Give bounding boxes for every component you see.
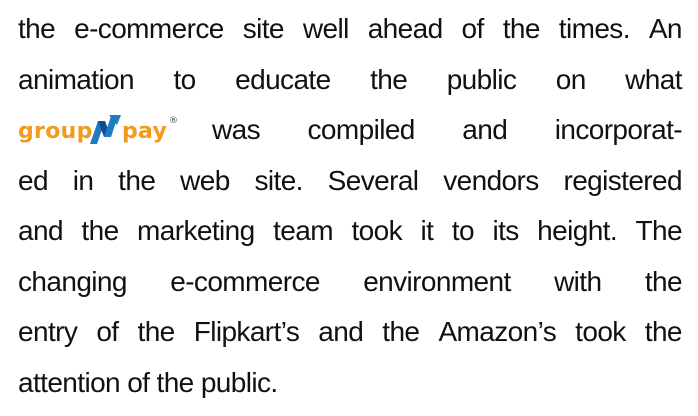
text-line-1: the e-commerce site well ahead of the times. An xyxy=(18,4,683,55)
word: the xyxy=(644,265,683,297)
word: The xyxy=(635,215,683,246)
word: to xyxy=(173,63,197,95)
word: times. xyxy=(558,13,631,44)
word: compiled xyxy=(307,114,416,145)
word: marketing xyxy=(137,215,255,246)
word: the xyxy=(118,164,156,196)
groupnpay-logo-graphic: group pay ® xyxy=(18,115,178,145)
word: the xyxy=(644,316,683,347)
word: registered xyxy=(563,164,682,196)
word: its xyxy=(492,215,519,246)
word: the xyxy=(81,215,119,246)
word: the xyxy=(502,13,541,44)
word: ahead xyxy=(367,13,443,44)
word: and xyxy=(318,316,364,347)
word: of xyxy=(461,13,485,44)
word: vendors xyxy=(443,164,539,196)
word: Amazon’s xyxy=(438,316,557,347)
word: what xyxy=(625,63,682,95)
word: well xyxy=(302,13,349,44)
word: the xyxy=(18,13,56,44)
word: ed xyxy=(18,164,49,196)
word: An xyxy=(648,13,683,44)
word: changing xyxy=(18,265,127,297)
word: to xyxy=(451,215,475,246)
word: and xyxy=(18,215,64,246)
word: with xyxy=(554,265,602,297)
word: took xyxy=(575,316,626,347)
text-line-3: group pay ® was compiled and incorporat- xyxy=(18,105,683,156)
word: e-commerce xyxy=(170,265,320,297)
word: e-commerce xyxy=(74,13,224,44)
word: public xyxy=(446,63,517,95)
word: the xyxy=(382,316,420,347)
text-line-2: animation to educate the public on what xyxy=(18,55,683,106)
word: of xyxy=(96,316,119,347)
word: height. xyxy=(537,215,618,246)
word: entry xyxy=(18,316,78,347)
logo-text-pay: pay xyxy=(122,119,167,144)
word: site xyxy=(242,13,285,44)
text-line-7: entry of the Flipkart’s and the Amazon’s took th… xyxy=(18,307,682,358)
word: the xyxy=(137,316,176,347)
word: Flipkart’s xyxy=(193,316,300,347)
word: animation xyxy=(18,63,135,95)
word: educate xyxy=(235,63,331,95)
word: it xyxy=(420,215,434,246)
text-line-3-words: was compiled and incorporat- xyxy=(212,105,683,156)
word: in xyxy=(72,164,94,196)
text-line-4: ed in the web site. Several vendors registered xyxy=(18,156,683,207)
logo-registered-mark: ® xyxy=(169,116,177,126)
text-line-8: attention of the public. xyxy=(18,366,278,398)
word: took xyxy=(351,215,402,246)
word: web xyxy=(180,164,230,196)
word: Several xyxy=(327,164,419,196)
word: environment xyxy=(363,265,511,297)
text-line-6: changing e-commerce environment with the xyxy=(18,257,683,308)
text-line-5: and the marketing team took it to its height. The xyxy=(18,206,683,257)
word: incorporat- xyxy=(554,114,683,145)
word: the xyxy=(370,63,408,95)
document-page: the e-commerce site well ahead of the times. An … xyxy=(18,4,683,408)
groupnpay-logo: group pay ® xyxy=(18,113,200,147)
logo-text-group: group xyxy=(18,119,93,144)
word: team xyxy=(273,215,333,246)
word: was xyxy=(212,114,261,145)
word: site. xyxy=(254,164,304,196)
word: and xyxy=(462,114,508,145)
word: on xyxy=(555,63,587,95)
logo-n-mark-icon xyxy=(90,115,121,145)
